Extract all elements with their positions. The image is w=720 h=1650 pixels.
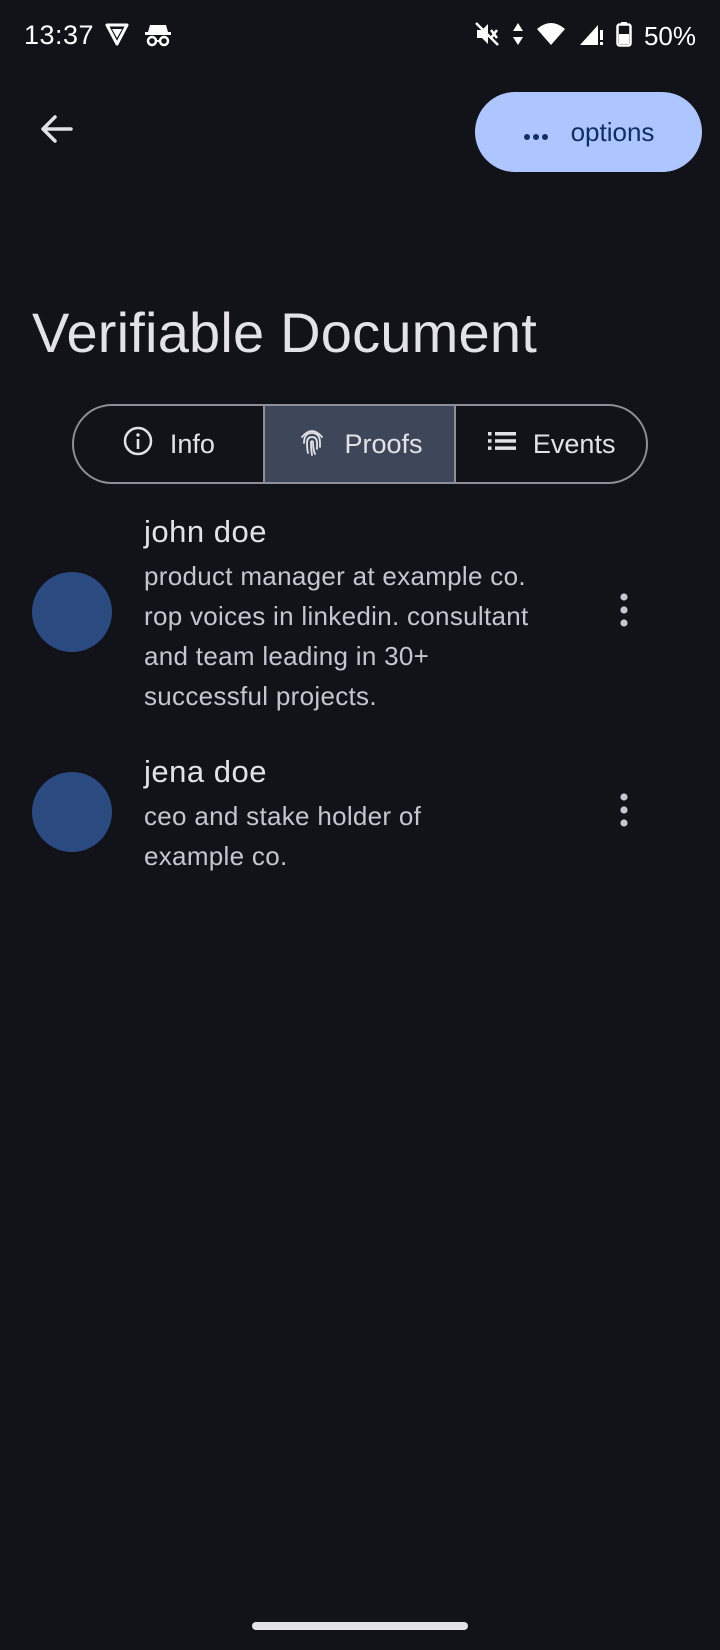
options-button[interactable]: options (475, 92, 702, 172)
fingerprint-icon (296, 425, 328, 464)
avatar (32, 572, 112, 652)
more-horiz-icon (523, 117, 549, 148)
tab-info-label: Info (169, 428, 215, 459)
tab-events-label: Events (532, 428, 616, 459)
status-right-icons: 50% (474, 20, 696, 52)
list-icon (487, 429, 517, 460)
more-vert-icon (618, 592, 630, 633)
avatar (32, 772, 112, 852)
status-time: 13:37 (24, 20, 95, 50)
info-icon (122, 425, 154, 464)
proof-name: john doe (144, 514, 267, 549)
home-indicator[interactable] (252, 1622, 468, 1630)
screen: 13:37 50% options Verifiable Document In… (0, 0, 720, 1650)
wifi-icon (536, 21, 566, 52)
tab-info[interactable]: Info (74, 406, 263, 482)
vpn-shield-icon (104, 21, 130, 52)
signal-icon (578, 21, 604, 52)
more-options-button[interactable] (600, 788, 648, 836)
proof-description: product manager at example co. rop voice… (144, 561, 529, 711)
proof-name: jena doe (144, 754, 267, 789)
proof-description: ceo and stake holder of example co. (144, 801, 422, 871)
status-left-icons (104, 20, 172, 52)
segmented-tabs: Info Proofs Events (72, 404, 648, 484)
mute-icon (474, 21, 500, 52)
options-label: options (570, 116, 655, 147)
tab-proofs-label: Proofs (344, 428, 423, 459)
list-item[interactable]: john doe product manager at example co. … (0, 510, 720, 720)
incognito-icon (144, 21, 172, 52)
more-options-button[interactable] (600, 588, 648, 636)
status-bar: 13:37 50% (0, 0, 720, 72)
battery-percentage: 50% (643, 20, 696, 51)
page-title: Verifiable Document (32, 301, 537, 364)
list-item[interactable]: jena doe ceo and stake holder of example… (0, 750, 720, 880)
battery-icon (616, 21, 632, 52)
back-button[interactable] (28, 102, 86, 160)
more-vert-icon (618, 792, 630, 833)
data-arrows-icon (512, 21, 524, 52)
tab-events[interactable]: Events (454, 406, 646, 482)
arrow-back-icon (39, 111, 75, 152)
tab-proofs[interactable]: Proofs (262, 406, 455, 482)
